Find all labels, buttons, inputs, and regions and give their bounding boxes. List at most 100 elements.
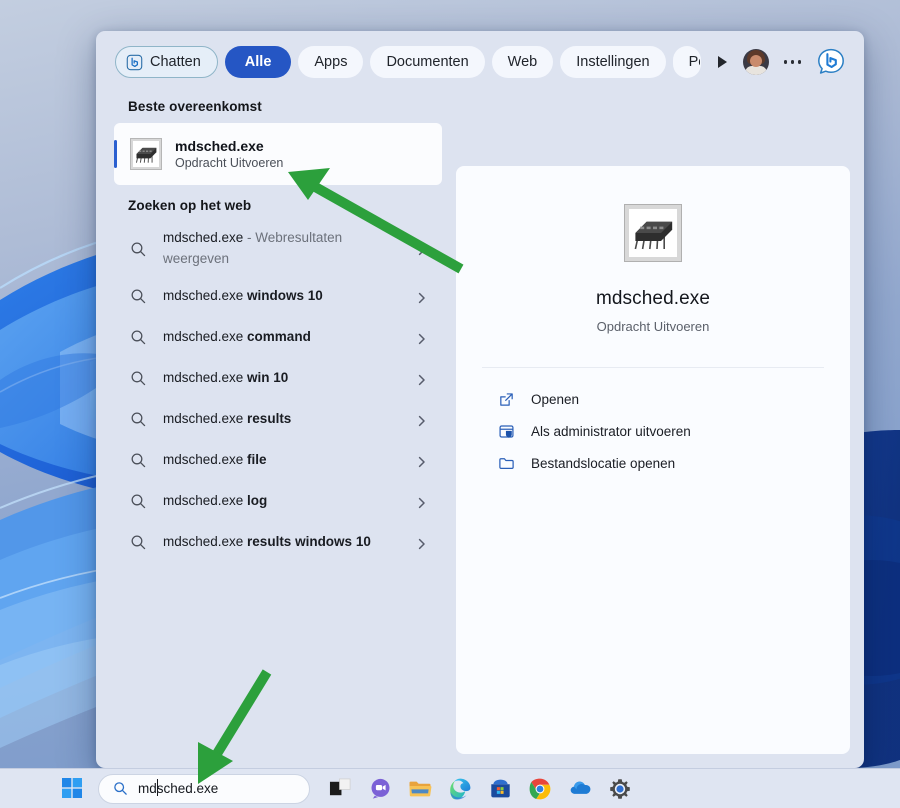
taskbar-item-microsoft-store[interactable] xyxy=(480,770,520,808)
tab-chatten-label: Chatten xyxy=(150,54,201,70)
search-magnifier-icon xyxy=(130,370,147,387)
action-admin-label: Als administrator uitvoeren xyxy=(531,424,691,439)
tab-personen[interactable]: Personen xyxy=(672,46,701,78)
tab-alle-label: Alle xyxy=(244,54,272,70)
tab-web-label: Web xyxy=(507,54,538,70)
web-result-label: mdsched.exe - Webresultaten weergeven xyxy=(163,230,343,266)
taskbar-item-settings[interactable] xyxy=(600,770,640,808)
web-result-label: mdsched.exe results windows 10 xyxy=(163,534,371,550)
chevron-right-icon xyxy=(416,414,428,426)
more-dots-icon xyxy=(783,60,787,64)
search-filter-tabbar: Chatten Alle Apps Documenten Web Instell… xyxy=(96,31,864,93)
web-result-row[interactable]: mdsched.exe win 10 xyxy=(114,358,442,399)
results-left-column: Beste overeenkomst mdsched.exe Opdracht … xyxy=(96,93,456,768)
more-dots-icon xyxy=(797,60,801,64)
web-result-row[interactable]: mdsched.exe command xyxy=(114,317,442,358)
action-bestandslocatie-openen[interactable]: Bestandslocatie openen xyxy=(480,448,826,479)
play-triangle-icon xyxy=(718,56,727,68)
taskbar-item-task-view[interactable] xyxy=(320,770,360,808)
action-als-administrator-uitvoeren[interactable]: Als administrator uitvoeren xyxy=(480,416,826,447)
web-result-label: mdsched.exe results xyxy=(163,411,292,427)
tab-instellingen[interactable]: Instellingen xyxy=(560,46,666,78)
tab-chatten[interactable]: Chatten xyxy=(115,46,218,78)
web-result-label: mdsched.exe win 10 xyxy=(163,370,289,386)
bing-chat-icon xyxy=(126,54,143,71)
action-openen-label: Openen xyxy=(531,392,580,407)
web-result-label: mdsched.exe log xyxy=(163,493,268,509)
best-match-title: mdsched.exe xyxy=(175,138,264,154)
text-caret xyxy=(157,779,158,796)
taskbar-item-file-explorer[interactable] xyxy=(400,770,440,808)
web-result-row[interactable]: mdsched.exe results xyxy=(114,399,442,440)
tab-documenten[interactable]: Documenten xyxy=(370,46,485,78)
search-magnifier-icon xyxy=(130,493,147,510)
taskbar-search-box[interactable]: mdsched.exe xyxy=(98,773,310,804)
app-actions-list: Openen Als administrator uitvoeren Besta… xyxy=(480,384,826,479)
search-magnifier-icon xyxy=(130,452,147,469)
search-magnifier-icon xyxy=(130,534,147,551)
preview-app-subtitle: Opdracht Uitvoeren xyxy=(596,319,710,334)
preview-app-title: mdsched.exe xyxy=(595,288,711,309)
web-result-row[interactable]: mdsched.exe file xyxy=(114,440,442,481)
web-result-row[interactable]: mdsched.exe results windows 10 xyxy=(114,522,442,563)
web-result-row[interactable]: mdsched.exe - Webresultaten weergeven xyxy=(114,222,442,276)
chip-executable-icon xyxy=(130,138,162,170)
task-view-icon xyxy=(329,777,352,800)
web-result-row[interactable]: mdsched.exe windows 10 xyxy=(114,276,442,317)
search-magnifier-icon xyxy=(113,781,128,796)
web-results-list: mdsched.exe - Webresultaten weergeven mds… xyxy=(114,222,456,563)
taskbar-item-edge[interactable] xyxy=(440,770,480,808)
web-search-heading: Zoeken op het web xyxy=(128,198,252,213)
chrome-icon xyxy=(528,777,552,801)
bing-logo-icon[interactable] xyxy=(816,47,846,77)
tab-instellingen-label: Instellingen xyxy=(576,54,650,70)
search-magnifier-icon xyxy=(130,411,147,428)
web-result-row[interactable]: mdsched.exe log xyxy=(114,481,442,522)
search-magnifier-icon xyxy=(130,329,147,346)
best-match-subtitle: Opdracht Uitvoeren xyxy=(175,156,284,170)
web-result-label: mdsched.exe file xyxy=(163,452,267,468)
edge-icon xyxy=(448,777,472,801)
taskbar-item-chat[interactable] xyxy=(360,770,400,808)
teams-chat-icon xyxy=(369,777,392,800)
chevron-right-icon xyxy=(416,455,428,467)
folder-open-icon xyxy=(498,455,515,472)
chip-executable-icon xyxy=(624,204,682,262)
external-link-icon xyxy=(498,391,515,408)
filter-bar-right-group xyxy=(742,47,851,77)
gear-icon xyxy=(608,777,632,801)
windows-start-button[interactable] xyxy=(52,770,92,808)
search-magnifier-icon xyxy=(130,288,147,305)
tab-apps-label: Apps xyxy=(314,54,348,70)
tab-web[interactable]: Web xyxy=(491,46,554,78)
more-dots-icon xyxy=(790,60,794,64)
best-match-card[interactable]: mdsched.exe Opdracht Uitvoeren xyxy=(114,123,442,185)
taskbar-item-chrome[interactable] xyxy=(520,770,560,808)
tab-personen-label: Personen xyxy=(688,54,700,70)
app-preview-pane: mdsched.exe Opdracht Uitvoeren Openen Al… xyxy=(456,166,850,754)
web-result-label: mdsched.exe command xyxy=(163,329,311,345)
action-folder-label: Bestandslocatie openen xyxy=(531,456,676,471)
chevron-right-icon xyxy=(416,332,428,344)
chevron-right-icon xyxy=(416,243,428,256)
windows-start-icon xyxy=(61,778,83,799)
chevron-right-icon xyxy=(416,537,428,549)
shield-admin-icon xyxy=(498,423,515,440)
best-match-heading: Beste overeenkomst xyxy=(128,99,262,114)
search-flyout-window: Chatten Alle Apps Documenten Web Instell… xyxy=(96,31,864,768)
tab-apps[interactable]: Apps xyxy=(298,46,364,78)
tab-alle[interactable]: Alle xyxy=(224,46,292,78)
action-openen[interactable]: Openen xyxy=(480,384,826,415)
taskbar-item-onedrive[interactable] xyxy=(560,770,600,808)
user-avatar[interactable] xyxy=(742,49,769,75)
taskbar-search-value: mdsched.exe xyxy=(138,779,219,796)
preview-divider xyxy=(482,367,824,368)
more-options-button[interactable] xyxy=(782,54,804,70)
taskbar: mdsched.exe xyxy=(0,768,900,808)
tabbar-scroll-right-button[interactable] xyxy=(710,47,736,77)
chevron-right-icon xyxy=(416,291,428,303)
search-magnifier-icon xyxy=(130,241,147,258)
taskbar-items: mdsched.exe xyxy=(52,770,640,808)
search-results-body: Beste overeenkomst mdsched.exe Opdracht … xyxy=(96,93,864,768)
chevron-right-icon xyxy=(416,496,428,508)
